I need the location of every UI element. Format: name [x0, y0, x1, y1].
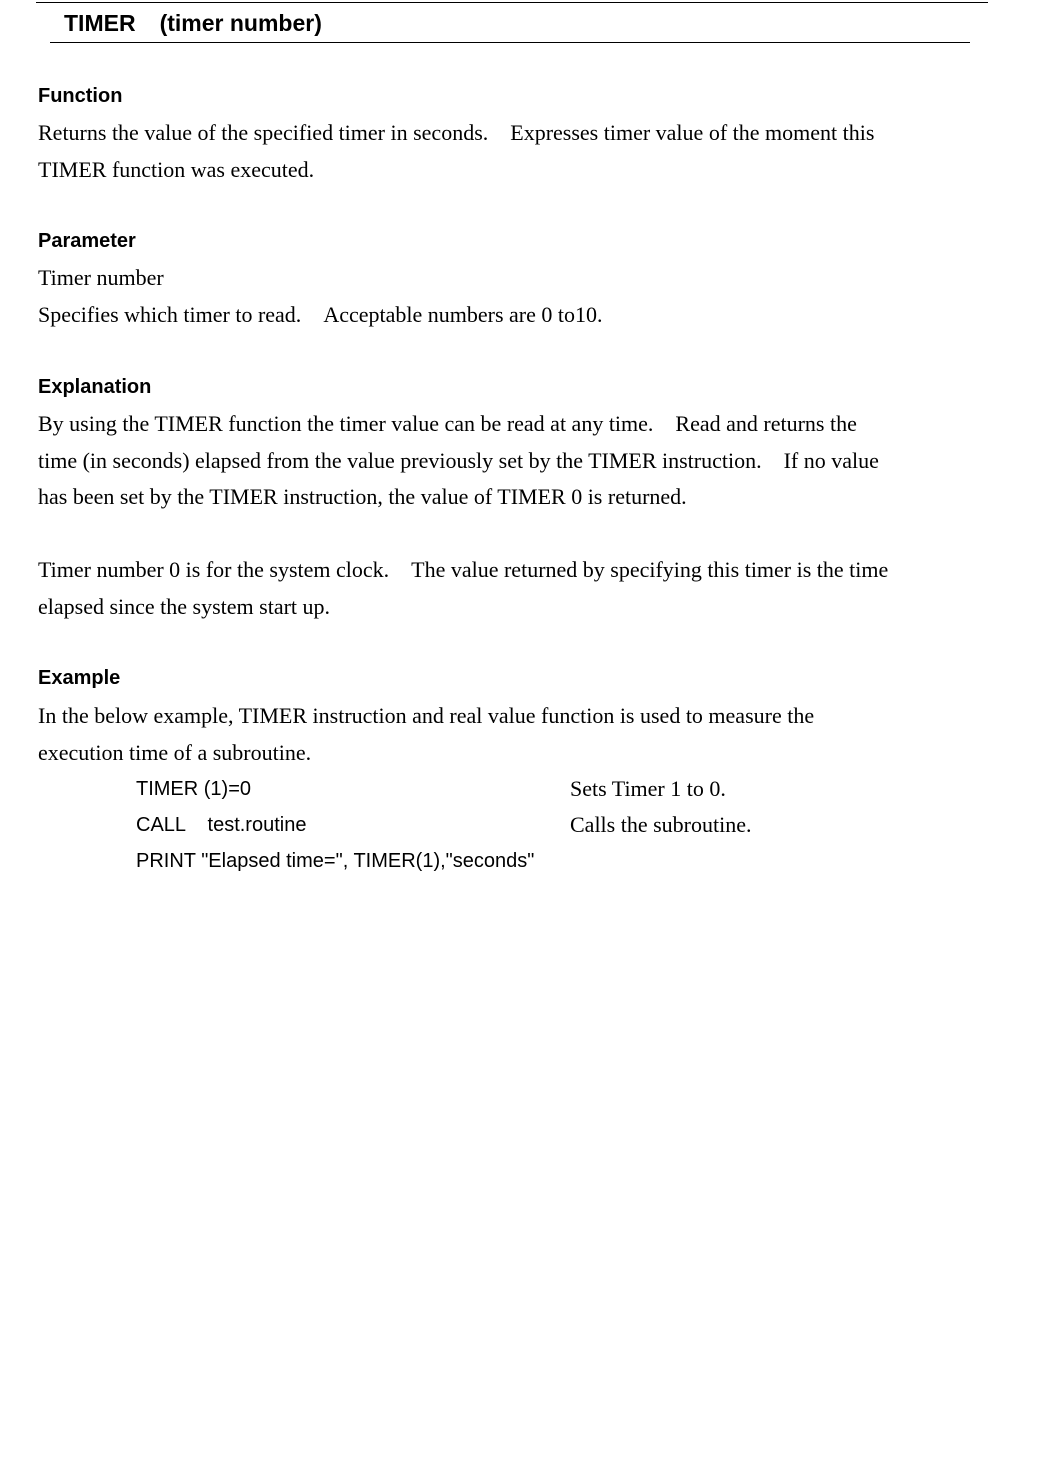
code-line: CALL test.routine Calls the subroutine.	[136, 811, 996, 847]
example-intro-line-2: execution time of a subroutine.	[38, 739, 312, 765]
code-line: TIMER (1)=0 Sets Timer 1 to 0.	[136, 775, 996, 811]
explanation-p1-line-2: time (in seconds) elapsed from the value…	[38, 443, 988, 480]
explanation-paragraph-2: Timer number 0 is for the system clock. T…	[38, 552, 988, 625]
heading-keyword: TIMER	[64, 10, 136, 36]
explanation-title: Explanation	[38, 376, 152, 398]
example-intro-line-1: In the below example, TIMER instruction …	[38, 703, 815, 728]
explanation-p1-text-1a: By using the TIMER function the timer va…	[38, 411, 654, 436]
function-title: Function	[38, 85, 123, 107]
code-statement: CALL test.routine	[136, 814, 307, 836]
parameter-title: Parameter	[38, 230, 136, 252]
parameter-desc-b: Acceptable numbers are 0 to10.	[323, 301, 603, 327]
parameter-description: Timer number Specifies which timer to re…	[38, 260, 988, 333]
explanation-p2-text-1a: Timer number 0 is for the system clock.	[38, 557, 390, 582]
function-line-1: Returns the value of the specified timer…	[38, 115, 988, 152]
top-rule	[36, 2, 988, 3]
explanation-p2-line-1: Timer number 0 is for the system clock. T…	[38, 552, 988, 589]
code-line: PRINT "Elapsed time=", TIMER(1),"seconds…	[136, 847, 996, 883]
explanation-p1-line-1: By using the TIMER function the timer va…	[38, 406, 988, 443]
function-text-2: Expresses timer value of the moment this	[510, 120, 875, 145]
example-title: Example	[38, 667, 121, 689]
explanation-p1-text-2a: time (in seconds) elapsed from the value…	[38, 447, 762, 473]
function-text-1: Returns the value of the specified timer…	[38, 120, 489, 145]
explanation-p1-text-2b: If no value	[783, 447, 879, 473]
explanation-p1-text-1b: Read and returns the	[675, 411, 857, 436]
page-heading: TIMER (timer number)	[64, 9, 322, 37]
example-intro: In the below example, TIMER instruction …	[38, 698, 988, 771]
code-comment: Sets Timer 1 to 0.	[570, 776, 726, 801]
function-description: Returns the value of the specified timer…	[38, 115, 988, 188]
heading-parameter: (timer number)	[159, 10, 322, 36]
explanation-p2-text-1b: The value returned by specifying this ti…	[411, 557, 889, 582]
explanation-paragraph-1: By using the TIMER function the timer va…	[38, 406, 988, 516]
function-line-2: TIMER function was executed.	[38, 156, 315, 182]
code-comment: Calls the subroutine.	[570, 812, 752, 837]
parameter-desc-a: Specifies which timer to read.	[38, 301, 302, 327]
heading-rule	[50, 42, 970, 43]
parameter-name: Timer number	[38, 265, 164, 290]
code-statement: TIMER (1)=0	[136, 778, 252, 800]
explanation-p2-line-2: elapsed since the system start up.	[38, 593, 331, 619]
code-statement: PRINT "Elapsed time=", TIMER(1),"seconds…	[136, 850, 535, 872]
parameter-desc-line: Specifies which timer to read. Acceptable…	[38, 297, 988, 334]
explanation-p1-line-3: has been set by the TIMER instruction, t…	[38, 484, 687, 509]
